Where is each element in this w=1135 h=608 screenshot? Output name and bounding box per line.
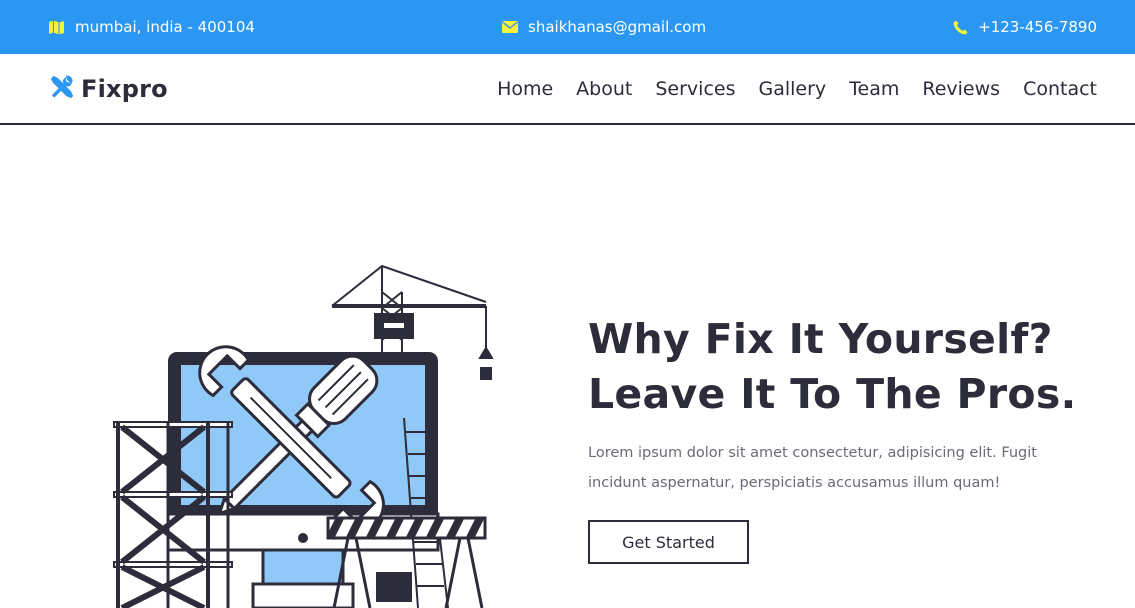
nav-contact[interactable]: Contact [1023, 78, 1097, 100]
phone-info[interactable]: +123-456-7890 [953, 18, 1097, 36]
phone-icon [953, 20, 968, 35]
location-text: mumbai, india - 400104 [75, 18, 255, 36]
hero-description: Lorem ipsum dolor sit amet consectetur, … [588, 445, 1037, 491]
nav-team[interactable]: Team [849, 78, 899, 100]
location-info: mumbai, india - 400104 [48, 18, 255, 36]
envelope-icon [502, 21, 519, 33]
nav-reviews[interactable]: Reviews [922, 78, 1000, 100]
email-text[interactable]: shaikhanas@gmail.com [528, 18, 706, 36]
logo-text[interactable]: Fixpro [81, 75, 168, 103]
hero-content: Why Fix It Yourself? Leave It To The Pro… [588, 312, 1108, 564]
main-header: Fixpro Home About Services Gallery Team … [0, 54, 1135, 125]
hero-title: Why Fix It Yourself? Leave It To The Pro… [588, 312, 1108, 422]
map-icon [48, 20, 65, 35]
nav-home[interactable]: Home [497, 78, 553, 100]
nav-gallery[interactable]: Gallery [758, 78, 826, 100]
repair-computer-illustration [108, 262, 498, 608]
logo[interactable]: Fixpro [48, 73, 168, 104]
tools-icon [48, 73, 75, 104]
nav-about[interactable]: About [576, 78, 632, 100]
hero-title-line2: Leave It To The Pros. [588, 370, 1077, 418]
nav-services[interactable]: Services [655, 78, 735, 100]
email-info[interactable]: shaikhanas@gmail.com [502, 18, 706, 36]
get-started-button[interactable]: Get Started [588, 520, 749, 564]
hero-title-line1: Why Fix It Yourself? [588, 315, 1053, 363]
main-nav: Home About Services Gallery Team Reviews… [497, 78, 1097, 100]
phone-text[interactable]: +123-456-7890 [978, 18, 1097, 36]
top-info-bar: mumbai, india - 400104 shaikhanas@gmail.… [0, 0, 1135, 54]
